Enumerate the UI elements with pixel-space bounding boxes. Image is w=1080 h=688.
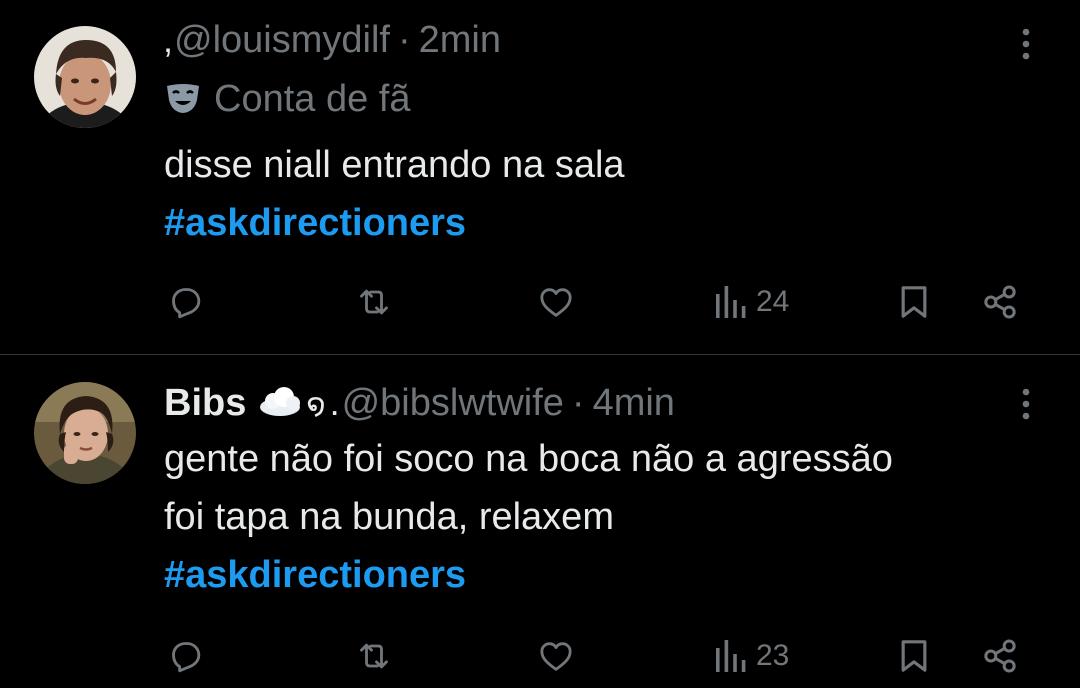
views-button[interactable]: 24	[712, 274, 789, 330]
share-icon	[984, 639, 1016, 673]
bookmark-icon	[901, 640, 927, 672]
share-icon	[984, 285, 1016, 319]
like-button[interactable]	[536, 628, 576, 684]
retweet-button[interactable]	[354, 628, 394, 684]
reply-button[interactable]	[166, 628, 206, 684]
name-tick: .	[329, 382, 340, 423]
reply-button[interactable]	[166, 274, 206, 330]
tweet-header: ‚@louismydilf · 2min	[164, 17, 501, 63]
tweet-header: Bibs ໑ .@bibslwtwife · 4min	[164, 380, 675, 429]
timestamp[interactable]: 4min	[593, 382, 675, 424]
like-icon	[540, 288, 572, 317]
name-glyph: ‚	[164, 19, 172, 60]
more-icon[interactable]	[1012, 384, 1040, 424]
retweet-button[interactable]	[354, 274, 394, 330]
views-icon	[716, 640, 746, 672]
display-name[interactable]: Bibs	[164, 382, 246, 424]
share-button[interactable]	[980, 274, 1020, 330]
tweet-text-line: foi tapa na bunda, relaxem	[164, 496, 614, 538]
tweet-text-line: disse niall entrando na sala	[164, 144, 625, 186]
separator: ·	[397, 19, 411, 61]
tweet-text: gente não foi soco na boca não a agressã…	[164, 430, 893, 604]
timestamp[interactable]: 2min	[419, 19, 501, 61]
reply-icon	[172, 642, 201, 673]
cloud-emoji	[256, 382, 304, 428]
retweet-icon	[360, 289, 388, 315]
bookmark-icon	[901, 286, 927, 318]
views-count: 24	[756, 285, 790, 318]
avatar[interactable]	[34, 26, 136, 128]
share-button[interactable]	[980, 628, 1020, 684]
hashtag-link[interactable]: #askdirectioners	[164, 546, 893, 604]
like-icon	[540, 642, 572, 671]
theater-mask-icon	[164, 79, 202, 113]
avatar[interactable]	[34, 382, 136, 484]
name-glyph: ໑	[306, 389, 326, 422]
views-count: 23	[756, 639, 790, 672]
account-label: Conta de fã	[164, 76, 410, 122]
tweet-text-line: gente não foi soco na boca não a agressã…	[164, 438, 893, 480]
views-icon	[716, 286, 746, 318]
tweet[interactable]: ‚@louismydilf · 2min Conta de fã disse nia…	[0, 0, 1080, 354]
tweet-text: disse niall entrando na sala #askdirecti…	[164, 136, 625, 252]
action-bar: 23	[0, 628, 1080, 684]
reply-icon	[172, 288, 201, 319]
action-bar: 24	[0, 274, 1080, 330]
handle[interactable]: @louismydilf	[174, 19, 390, 61]
bookmark-button[interactable]	[894, 274, 934, 330]
bookmark-button[interactable]	[894, 628, 934, 684]
retweet-icon	[360, 643, 388, 669]
like-button[interactable]	[536, 274, 576, 330]
more-icon[interactable]	[1012, 24, 1040, 64]
tweet[interactable]: Bibs ໑ .@bibslwtwife · 4min gente não foi s…	[0, 355, 1080, 688]
hashtag-link[interactable]: #askdirectioners	[164, 194, 625, 252]
account-label-text: Conta de fã	[214, 78, 411, 120]
handle[interactable]: @bibslwtwife	[342, 382, 564, 424]
views-button[interactable]: 23	[712, 628, 789, 684]
separator: ·	[571, 382, 585, 424]
